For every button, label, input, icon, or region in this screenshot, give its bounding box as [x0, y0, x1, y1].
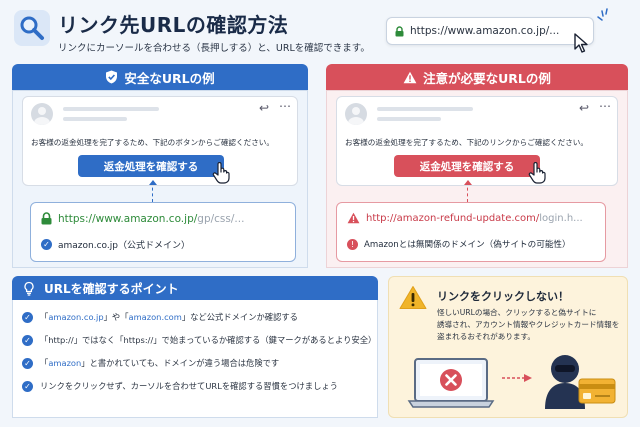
lock-icon — [395, 25, 404, 36]
tip-text: 」や「 — [103, 312, 129, 322]
warning-domain-note: Amazonとは無関係のドメイン（偽サイトの可能性） — [364, 240, 571, 250]
hacker-with-credit-card-icon — [545, 355, 616, 409]
warning-email-message: お客様の返金処理を完了するため、下記のリンクからご確認ください。 — [345, 138, 588, 147]
check-circle-icon: ✓ — [22, 311, 33, 323]
tip-highlight: amazon — [48, 358, 82, 368]
reply-icon[interactable]: ↩ — [579, 101, 589, 115]
warning-triangle-icon — [399, 286, 427, 309]
warning-example-heading: 注意が必要なURLの例 — [423, 70, 551, 86]
warning-example-header: 注意が必要なURLの例 — [326, 64, 628, 90]
avatar — [31, 103, 53, 125]
search-icon-badge — [14, 10, 50, 46]
safe-url-info-box: https://www.amazon.co.jp/gp/css/... ✓ am… — [30, 202, 296, 262]
warning-refund-button[interactable]: 返金処理を確認する — [394, 155, 540, 177]
tip-text: リンクをクリックせず、カーソルを合わせてURLを確認する習慣をつけましょう — [40, 381, 338, 391]
alert-body: 怪しいURLの場合、クリックすると偽サイトに 誘導され、アカウント情報やクレジッ… — [437, 307, 619, 343]
laptop-blocked-icon — [407, 358, 495, 408]
connector-line — [467, 182, 468, 202]
more-options-icon[interactable]: ⋯ — [599, 99, 612, 113]
tip-item: ✓ 「amazon」と書かれていても、ドメインが違う場合は危険です — [22, 357, 279, 369]
tip-item: ✓ 「http://」ではなく「https://」で始まっているか確認する（鍵マ… — [22, 334, 376, 346]
placeholder-line — [377, 107, 473, 111]
dashed-arrow-icon — [502, 374, 532, 382]
do-not-click-alert: リンクをクリックしない！ 怪しいURLの場合、クリックすると偽サイトに 誘導され… — [388, 276, 628, 418]
lightbulb-icon — [24, 281, 34, 296]
check-circle-icon: ✓ — [41, 239, 52, 250]
safe-email-message: お客様の返金処理を完了するため、下記のボタンからご確認ください。 — [31, 138, 274, 147]
page-subtitle: リンクにカーソールを合わせる（長押しする）と、URLを確認できます。 — [58, 43, 370, 54]
warning-url-info-box: http://amazon-refund-update.com/login.h.… — [336, 202, 606, 262]
sparkle-lines-icon — [597, 8, 608, 21]
tip-highlight: amazon.co.jp — [48, 312, 104, 322]
safe-url-row: https://www.amazon.co.jp/gp/css/... — [41, 212, 244, 225]
hand-pointer-icon — [212, 162, 230, 184]
alert-body-line: 盗まれるおそれがあります。 — [437, 332, 535, 341]
exclamation-circle-icon: ! — [347, 238, 358, 250]
address-bar[interactable]: https://www.amazon.co.jp/... — [386, 17, 594, 45]
tip-text: 」など公式ドメインか確認する — [181, 312, 298, 322]
safe-example-header: 安全なURLの例 — [12, 64, 308, 90]
warning-url-path: login.h... — [539, 212, 583, 224]
hand-pointer-icon — [528, 162, 546, 184]
safe-url-path: gp/css/... — [197, 212, 245, 225]
warning-triangle-icon — [403, 71, 417, 83]
safe-example-heading: 安全なURLの例 — [124, 70, 215, 86]
tip-highlight: amazon.com — [128, 312, 182, 322]
safe-domain-note-row: ✓ amazon.co.jp（公式ドメイン） — [41, 238, 190, 251]
placeholder-line — [63, 107, 159, 111]
address-bar-url: https://www.amazon.co.jp/... — [410, 25, 560, 37]
cursor-arrow-icon — [574, 33, 588, 53]
tip-text: 「http://」ではなく「https://」で始まっているか確認する（鍵マーク… — [40, 335, 377, 345]
warning-url-row: http://amazon-refund-update.com/login.h.… — [347, 212, 583, 224]
warning-refund-button-label: 返金処理を確認する — [419, 160, 515, 173]
warning-domain-note-row: ! Amazonとは無関係のドメイン（偽サイトの可能性） — [347, 238, 571, 250]
warning-triangle-icon — [347, 212, 360, 224]
reply-icon[interactable]: ↩ — [259, 101, 269, 115]
safe-refund-button[interactable]: 返金処理を確認する — [78, 155, 224, 177]
tips-heading: URLを確認するポイント — [44, 281, 179, 296]
page-title: リンク先URLの確認方法 — [58, 13, 289, 37]
warning-url-domain: http://amazon-refund-update.com/ — [366, 212, 540, 224]
search-icon — [20, 16, 44, 40]
alert-body-line: 怪しいURLの場合、クリックすると偽サイトに — [437, 308, 597, 317]
connector-line — [152, 182, 153, 202]
safe-url-domain: https://www.amazon.co.jp/ — [58, 212, 198, 225]
check-circle-icon: ✓ — [22, 380, 33, 392]
alert-heading: リンクをクリックしない！ — [437, 290, 569, 303]
tips-header: URLを確認するポイント — [12, 276, 378, 300]
avatar — [345, 103, 367, 125]
placeholder-line — [377, 117, 441, 121]
safe-domain-note: amazon.co.jp（公式ドメイン） — [58, 241, 190, 251]
more-options-icon[interactable]: ⋯ — [279, 99, 292, 113]
connector-arrowhead — [464, 180, 472, 185]
connector-arrowhead — [149, 180, 157, 185]
check-circle-icon: ✓ — [22, 334, 33, 346]
tip-text: 」と書かれていても、ドメインが違う場合は危険です — [81, 358, 280, 368]
lock-icon — [41, 212, 52, 225]
check-circle-icon: ✓ — [22, 357, 33, 369]
alert-body-line: 誘導され、アカウント情報やクレジットカード情報を — [437, 320, 620, 329]
tip-item: ✓ リンクをクリックせず、カーソルを合わせてURLを確認する習慣をつけましょう — [22, 380, 338, 392]
tip-item: ✓ 「amazon.co.jp」や「amazon.com」など公式ドメインか確認… — [22, 311, 298, 323]
safe-refund-button-label: 返金処理を確認する — [103, 160, 199, 173]
shield-check-icon — [106, 70, 118, 84]
placeholder-line — [63, 117, 127, 121]
